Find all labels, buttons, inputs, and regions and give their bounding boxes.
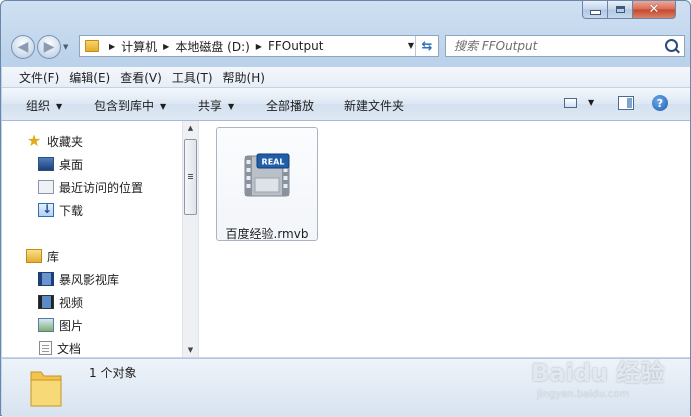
- sidebar-item-label: 库: [47, 249, 60, 264]
- download-icon: [38, 202, 54, 217]
- breadcrumb-chevron-icon[interactable]: ▶: [109, 42, 115, 51]
- picture-icon: [38, 318, 54, 332]
- star-icon: ★: [26, 131, 42, 150]
- navigation-scrollbar[interactable]: ▲ ▼: [182, 121, 198, 357]
- scroll-down-arrow-icon[interactable]: ▼: [183, 343, 198, 357]
- file-name: 百度经验.rmvb: [225, 227, 309, 241]
- sidebar-item-label: 下载: [59, 203, 84, 218]
- navigation-pane: ★ 收藏夹 桌面 最近访问的位置 下载 库 暴风影视库: [2, 121, 199, 357]
- file-item[interactable]: REAL 百度经验.rmvb: [216, 127, 318, 241]
- sidebar-item-label: 桌面: [59, 157, 84, 172]
- sidebar-item-label: 暴风影视库: [59, 272, 120, 287]
- back-arrow-icon: ◀: [17, 39, 29, 55]
- search-box[interactable]: [445, 35, 685, 57]
- scroll-up-arrow-icon[interactable]: ▲: [183, 121, 198, 135]
- scrollbar-thumb[interactable]: [184, 139, 197, 215]
- preview-pane-icon[interactable]: [618, 96, 634, 110]
- view-options-dropdown-icon[interactable]: ▼: [588, 98, 594, 107]
- window-controls: ✕: [582, 1, 676, 19]
- chevron-down-icon: ▼: [56, 102, 63, 111]
- recent-pages-dropdown-icon[interactable]: ▼: [63, 43, 68, 51]
- minimize-icon: [589, 10, 601, 15]
- forward-arrow-icon: ▶: [43, 39, 55, 55]
- menu-file[interactable]: 文件(F): [2, 69, 67, 86]
- breadcrumb-local-disk[interactable]: 本地磁盘 (D:): [175, 38, 249, 55]
- navigation-row: ◀ ▶ ▼ ▶ 计算机 ▶ 本地磁盘 (D:) ▶ FFOutput ▼ ⇆: [9, 33, 685, 61]
- include-in-library-button[interactable]: 包含到库中 ▼: [94, 97, 166, 114]
- sidebar-item-recent-places[interactable]: 最近访问的位置: [38, 178, 143, 196]
- film-strip-icon: [38, 295, 54, 309]
- search-icon[interactable]: [665, 39, 678, 52]
- chevron-down-icon: ▼: [160, 102, 167, 111]
- help-icon[interactable]: ?: [652, 95, 668, 111]
- watermark-url: jingyan.baidu.com: [537, 389, 630, 400]
- maximize-button[interactable]: [608, 1, 633, 19]
- address-bar[interactable]: ▶ 计算机 ▶ 本地磁盘 (D:) ▶ FFOutput ▼ ⇆: [79, 35, 439, 57]
- sidebar-item-favorites[interactable]: ★ 收藏夹: [26, 132, 83, 150]
- chevron-down-icon: ▼: [228, 102, 235, 111]
- forward-button[interactable]: ▶: [37, 35, 61, 59]
- grip-icon: [188, 174, 193, 175]
- refresh-button[interactable]: ⇆: [415, 36, 438, 56]
- menu-bar: 文件(F) 编辑(E) 查看(V) 工具(T) 帮助(H): [2, 67, 690, 88]
- share-label: 共享: [198, 99, 223, 113]
- file-list-pane[interactable]: REAL 百度经验.rmvb: [199, 121, 690, 357]
- minimize-button[interactable]: [582, 1, 608, 19]
- include-in-library-label: 包含到库中: [94, 99, 155, 113]
- sidebar-item-storm-video-library[interactable]: 暴风影视库: [38, 270, 119, 288]
- play-all-button[interactable]: 全部播放: [266, 97, 314, 114]
- change-view-icon[interactable]: [564, 98, 577, 108]
- explorer-window: ✕ ◀ ▶ ▼ ▶ 计算机 ▶ 本地磁盘 (D:) ▶ FFOutput ▼ ⇆…: [0, 0, 691, 417]
- sidebar-item-label: 视频: [59, 295, 84, 310]
- organize-label: 组织: [26, 99, 51, 113]
- menu-view[interactable]: 查看(V): [120, 69, 170, 86]
- sidebar-item-label: 最近访问的位置: [59, 180, 144, 195]
- sidebar-item-libraries[interactable]: 库: [26, 247, 59, 265]
- menu-edit[interactable]: 编辑(E): [69, 69, 118, 86]
- folder-icon: [85, 40, 99, 52]
- back-button[interactable]: ◀: [11, 35, 35, 59]
- svg-text:REAL: REAL: [262, 158, 285, 167]
- desktop-icon: [38, 157, 54, 171]
- recent-places-icon: [38, 180, 54, 194]
- document-icon: [39, 341, 52, 355]
- real-media-file-icon: REAL: [244, 153, 290, 197]
- sidebar-item-label: 图片: [59, 318, 84, 333]
- close-icon: ✕: [648, 2, 660, 17]
- item-count: 1 个对象: [89, 366, 137, 380]
- baidu-watermark: Baidu 经验 jingyan.baidu.com: [531, 353, 691, 413]
- command-bar: 组织 ▼ 包含到库中 ▼ 共享 ▼ 全部播放 新建文件夹 ▼ ?: [2, 88, 690, 121]
- sidebar-item-documents[interactable]: 文档: [38, 339, 81, 357]
- sidebar-item-label: 文档: [57, 341, 82, 356]
- sidebar-item-label: 收藏夹: [47, 134, 84, 149]
- refresh-icon: ⇆: [421, 38, 433, 54]
- share-button[interactable]: 共享 ▼: [198, 97, 234, 114]
- breadcrumb-ffoutput[interactable]: FFOutput: [268, 39, 324, 53]
- library-icon: [26, 249, 42, 263]
- new-folder-button[interactable]: 新建文件夹: [344, 97, 404, 114]
- breadcrumb-computer[interactable]: 计算机: [121, 38, 157, 55]
- close-button[interactable]: ✕: [633, 1, 676, 19]
- content-area: ★ 收藏夹 桌面 最近访问的位置 下载 库 暴风影视库: [2, 121, 690, 357]
- menu-help[interactable]: 帮助(H): [223, 69, 273, 86]
- sidebar-item-desktop[interactable]: 桌面: [38, 155, 83, 173]
- breadcrumb-chevron-icon[interactable]: ▶: [256, 42, 262, 51]
- search-input[interactable]: [452, 38, 656, 54]
- sidebar-item-videos[interactable]: 视频: [38, 293, 83, 311]
- sidebar-item-downloads[interactable]: 下载: [38, 201, 83, 219]
- menu-tools[interactable]: 工具(T): [172, 69, 221, 86]
- video-library-icon: [38, 272, 54, 286]
- address-dropdown-icon[interactable]: ▼: [408, 41, 414, 50]
- breadcrumb-chevron-icon[interactable]: ▶: [163, 42, 169, 51]
- organize-button[interactable]: 组织 ▼: [26, 97, 62, 114]
- folder-icon: [30, 371, 62, 407]
- sidebar-item-pictures[interactable]: 图片: [38, 316, 83, 334]
- maximize-icon: [615, 6, 625, 13]
- watermark-logo-text: Baidu 经验: [531, 359, 665, 387]
